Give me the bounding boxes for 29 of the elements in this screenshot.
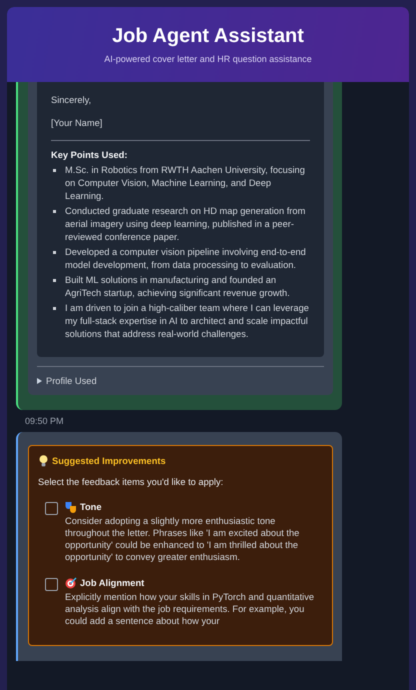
caret-icon	[37, 378, 42, 384]
key-point-text: I am driven to join a high-caliber team where I can leverage my full-stack expertise in AI to architect and scale impactful solutions that address real-world challenges.	[65, 302, 310, 341]
key-point-text: Conducted graduate research on HD map generation from aerial imagery using deep learning, published in a peer-reviewed conference paper.	[65, 205, 306, 244]
feedback-text: Consider adopting a slightly more enthusiastic tone throughout the letter. Phrases like 'I am excited about the opportunity' could be enhanced to 'I am thrilled about the opportunity' to convey greater enthusiasm.	[65, 515, 300, 563]
profile-used-toggle[interactable]: Profile Used	[37, 367, 97, 386]
feedback-text: Explicitly mention how your skills in PyTorch and quantitative analysis align with the job requirements. For example, you could add a sentence about how your	[65, 591, 316, 627]
key-point-text: Developed a computer vision pipeline involving end-to-end model development, from data processing to evaluation.	[65, 246, 307, 272]
app-title: Job Agent Assistant	[112, 24, 304, 48]
bullet-icon	[53, 251, 56, 254]
feedback-title: Job Alignment	[80, 578, 144, 588]
app-subtitle: AI-powered cover letter and HR question assistance	[104, 54, 312, 64]
improvements-title: Suggested Improvements	[52, 456, 166, 466]
target-icon	[65, 577, 77, 589]
masks-icon	[65, 501, 77, 513]
key-point-text: Built ML solutions in manufacturing and founded an AgriTech startup, achieving significant revenue growth.	[65, 274, 291, 300]
bullet-icon	[53, 169, 56, 172]
bullet-icon	[53, 279, 56, 282]
checkbox[interactable]	[45, 578, 58, 591]
letter-signature: [Your Name]	[51, 117, 104, 129]
bullet-icon	[53, 307, 56, 310]
message-time: 09:50 PM	[24, 415, 65, 426]
lightbulb-icon	[39, 455, 48, 467]
feedback-title: Tone	[80, 502, 102, 512]
checkbox[interactable]	[45, 502, 58, 515]
instruction-text: Select the feedback items you'd like to apply:	[38, 477, 224, 487]
key-points-heading: Key Points Used:	[51, 150, 128, 160]
bullet-icon	[53, 210, 56, 213]
letter-closing: Sincerely,	[51, 94, 92, 106]
key-point-text: M.Sc. in Robotics from RWTH Aachen University, focusing on Computer Vision, Machine Learning, and Deep Learning.	[65, 164, 306, 203]
